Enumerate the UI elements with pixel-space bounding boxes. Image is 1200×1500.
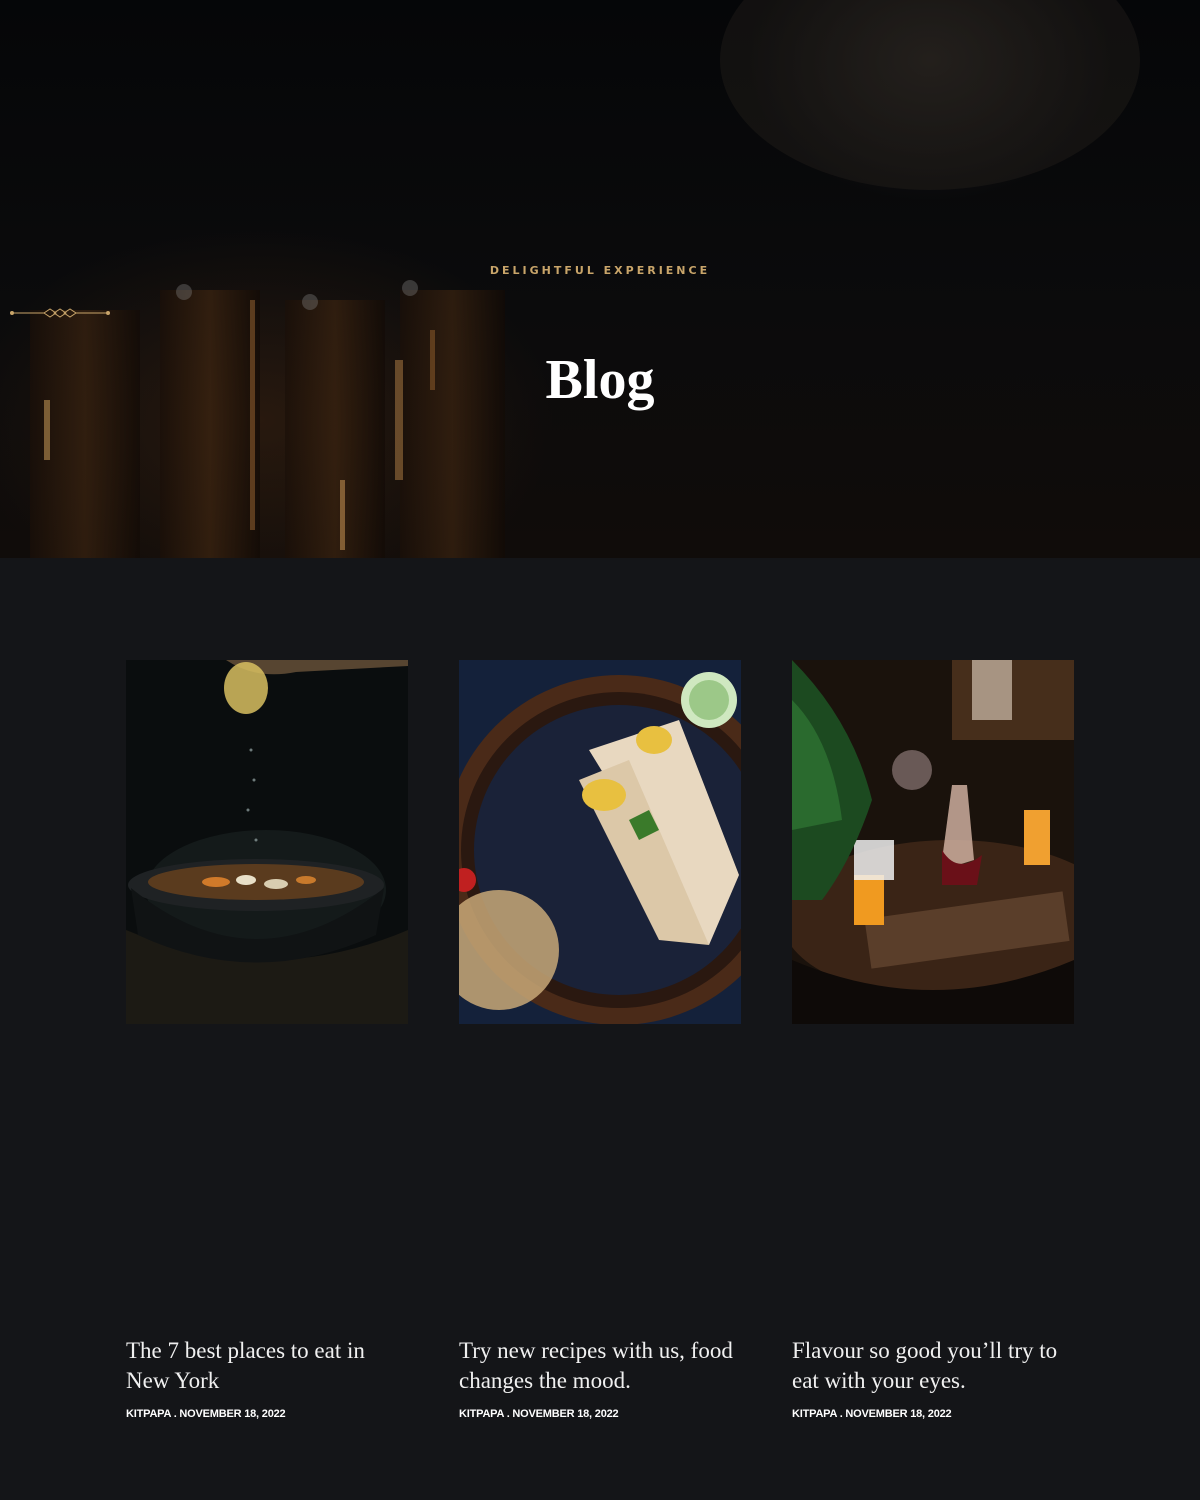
post-title-link[interactable]: Flavour so good you’ll try to eat with y… [792, 1336, 1074, 1396]
blog-post-card[interactable]: Flavour so good you’ll try to eat with y… [792, 660, 1074, 1420]
post-thumbnail-wraps[interactable] [459, 660, 741, 1024]
post-title-link[interactable]: Try new recipes with us, food changes th… [459, 1336, 741, 1396]
hero-banner: DELIGHTFUL EXPERIENCE Blog [0, 0, 1200, 558]
page-title: Blog [545, 349, 655, 411]
post-title-link[interactable]: The 7 best places to eat in New York [126, 1336, 408, 1396]
blog-post-card[interactable]: The 7 best places to eat in New York KIT… [126, 660, 408, 1420]
hero-eyebrow: DELIGHTFUL EXPERIENCE [489, 264, 711, 277]
decorative-divider-icon [10, 308, 110, 318]
blog-post-card[interactable]: Try new recipes with us, food changes th… [459, 660, 741, 1420]
post-meta: KITPAPA . NOVEMBER 18, 2022 [126, 1408, 286, 1420]
post-thumbnail-soup[interactable] [126, 660, 408, 1024]
post-meta: KITPAPA . NOVEMBER 18, 2022 [792, 1408, 952, 1420]
blog-post-list: The 7 best places to eat in New York KIT… [126, 660, 1074, 1420]
post-thumbnail-restaurant[interactable] [792, 660, 1074, 1024]
post-meta: KITPAPA . NOVEMBER 18, 2022 [459, 1408, 619, 1420]
hero-background-photo [30, 0, 1140, 558]
